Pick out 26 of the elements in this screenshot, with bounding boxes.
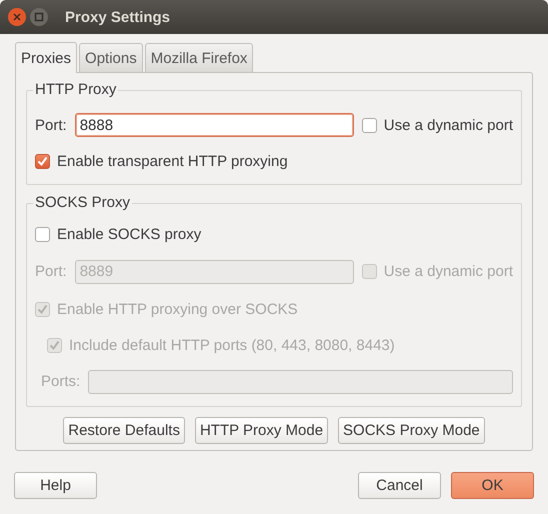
tab[interactable]: Mozilla Firefox bbox=[144, 43, 254, 72]
mode-button[interactable]: HTTP Proxy Mode bbox=[194, 417, 328, 444]
group-title: HTTP Proxy bbox=[33, 81, 118, 98]
help-button[interactable]: Help bbox=[14, 472, 97, 499]
maximize-icon[interactable] bbox=[30, 8, 48, 26]
checkbox-label: Include default HTTP ports (80, 443, 8080, 8443) bbox=[69, 337, 395, 354]
checkbox-label: Use a dynamic port bbox=[384, 116, 513, 134]
ok-button[interactable]: OK bbox=[451, 472, 534, 499]
checkbox-label: Use a dynamic port bbox=[384, 263, 513, 280]
tab[interactable]: Options bbox=[79, 43, 143, 72]
checkbox-label: Enable transparent HTTP proxying bbox=[57, 152, 288, 170]
group-title: SOCKS Proxy bbox=[33, 194, 132, 211]
checkbox[interactable] bbox=[362, 118, 377, 132]
window-title: Proxy Settings bbox=[65, 8, 170, 26]
checkbox-label: Enable SOCKS proxy bbox=[57, 226, 202, 244]
tab[interactable]: Proxies bbox=[15, 42, 78, 73]
port-label: Port: bbox=[35, 263, 67, 280]
close-icon[interactable] bbox=[8, 8, 26, 26]
checkbox[interactable] bbox=[35, 154, 50, 168]
mode-button[interactable]: Restore Defaults bbox=[63, 417, 185, 444]
port-field[interactable]: 8888 bbox=[74, 113, 354, 137]
port-label: Port: bbox=[35, 116, 67, 134]
cancel-button[interactable]: Cancel bbox=[358, 472, 441, 499]
mode-button[interactable]: SOCKS Proxy Mode bbox=[338, 417, 485, 444]
ports-label: Ports: bbox=[41, 373, 80, 390]
checkbox-label: Enable HTTP proxying over SOCKS bbox=[57, 301, 298, 318]
